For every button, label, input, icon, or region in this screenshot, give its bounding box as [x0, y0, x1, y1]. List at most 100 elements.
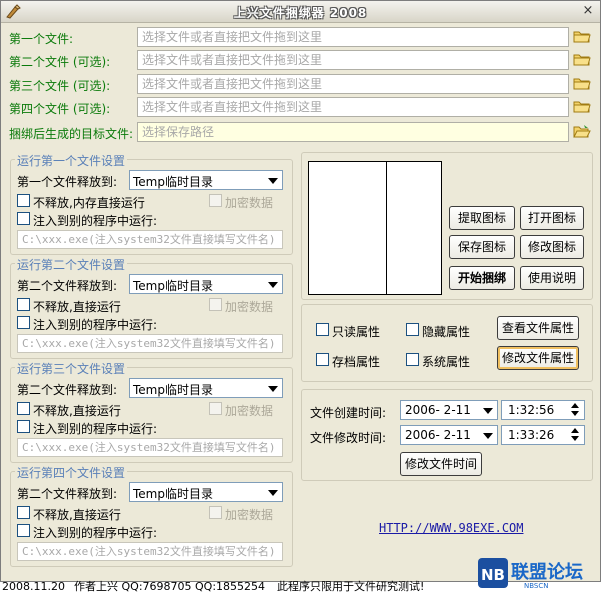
inject-target-input[interactable] [17, 334, 283, 353]
inject-target-input[interactable] [17, 438, 283, 457]
folder-icon[interactable] [573, 29, 591, 44]
status-author: 作者上兴 QQ:7698705 QQ:1855254 [74, 580, 266, 592]
file-2-label: 第二个文件 (可选): [9, 55, 111, 69]
file-1-input[interactable] [137, 27, 569, 47]
file-row-1: 第一个文件: [1, 26, 601, 48]
no-release-label: 不释放,直接运行 [33, 404, 121, 418]
created-time-label: 文件创建时间: [310, 406, 387, 420]
view-attributes-button[interactable]: 查看文件属性 [497, 316, 579, 340]
watermark-badge: NB [481, 566, 505, 584]
file-1-label: 第一个文件: [9, 32, 74, 46]
encrypt-checkbox[interactable] [209, 402, 222, 415]
no-release-checkbox[interactable] [17, 194, 30, 207]
created-date-picker[interactable]: 2006- 2-11 [400, 400, 498, 420]
inject-checkbox[interactable] [17, 212, 30, 225]
group-1-title: 运行第一个文件设置 [15, 152, 128, 169]
dropdown-arrow-icon [483, 433, 493, 439]
encrypt-checkbox[interactable] [209, 194, 222, 207]
close-icon[interactable]: × [580, 4, 596, 19]
release-dir-value: Temp临时目录 [133, 175, 213, 189]
modify-attributes-button[interactable]: 修改文件属性 [497, 346, 579, 370]
dropdown-arrow-icon [268, 490, 278, 496]
start-bind-button[interactable]: 开始捆绑 [449, 266, 515, 290]
inject-checkbox[interactable] [17, 420, 30, 433]
readonly-label: 只读属性 [332, 325, 381, 339]
icon-panel: 提取图标 打开图标 保存图标 修改图标 开始捆绑 使用说明 [301, 152, 593, 300]
file-2-input[interactable] [137, 50, 569, 70]
release-dir-select[interactable]: Temp临时目录 [129, 482, 283, 502]
encrypt-checkbox[interactable] [209, 506, 222, 519]
modified-time-spinner[interactable]: 1:33:26 [501, 425, 585, 445]
release-label: 第二个文件释放到: [17, 279, 118, 293]
file-4-label: 第四个文件 (可选): [9, 102, 111, 116]
release-dir-value: Temp临时目录 [133, 383, 213, 397]
file-row-4: 第四个文件 (可选): [1, 96, 601, 118]
group-file-3: 运行第三个文件设置 第二个文件释放到: Temp临时目录 不释放,直接运行 加密… [10, 360, 293, 463]
inject-target-input[interactable] [17, 542, 283, 561]
no-release-checkbox[interactable] [17, 298, 30, 311]
folder-open-icon[interactable] [573, 124, 591, 139]
modified-date-value: 2006- 2-11 [405, 428, 471, 442]
archive-checkbox[interactable] [316, 353, 329, 366]
group-2-title: 运行第二个文件设置 [15, 256, 128, 273]
dropdown-arrow-icon [268, 282, 278, 288]
watermark-sub: NBSCN [524, 582, 548, 590]
created-time-value: 1:32:56 [508, 403, 555, 417]
inject-target-input[interactable] [17, 230, 283, 249]
modified-date-picker[interactable]: 2006- 2-11 [400, 425, 498, 445]
dropdown-arrow-icon [483, 408, 493, 414]
release-label: 第一个文件释放到: [17, 175, 118, 189]
spin-icon[interactable] [570, 402, 582, 418]
encrypt-label: 加密数据 [225, 508, 274, 522]
archive-label: 存档属性 [332, 355, 381, 369]
release-dir-value: Temp临时目录 [133, 487, 213, 501]
status-date: 2008.11.20 [2, 580, 65, 592]
window-title: 上兴文件捆绑器 2008 [233, 6, 368, 20]
no-release-label: 不释放,直接运行 [33, 300, 121, 314]
no-release-checkbox[interactable] [17, 402, 30, 415]
release-label: 第二个文件释放到: [17, 487, 118, 501]
icon-preview [308, 161, 442, 295]
encrypt-checkbox[interactable] [209, 298, 222, 311]
group-file-4: 运行第四个文件设置 第二个文件释放到: Temp临时目录 不释放,直接运行 加密… [10, 464, 293, 567]
spin-icon[interactable] [570, 427, 582, 443]
folder-icon[interactable] [573, 76, 591, 91]
encrypt-label: 加密数据 [225, 404, 274, 418]
release-dir-select[interactable]: Temp临时目录 [129, 170, 283, 190]
readonly-checkbox[interactable] [316, 323, 329, 336]
extract-icon-button[interactable]: 提取图标 [449, 206, 515, 230]
created-time-spinner[interactable]: 1:32:56 [501, 400, 585, 420]
modified-time-label: 文件修改时间: [310, 431, 387, 445]
modify-icon-button[interactable]: 修改图标 [520, 235, 584, 259]
inject-checkbox[interactable] [17, 316, 30, 329]
file-4-input[interactable] [137, 97, 569, 117]
main-window: 上兴文件捆绑器 2008 × 第一个文件: 第二个文件 (可选): 第三个文件 … [0, 0, 601, 582]
open-icon-button[interactable]: 打开图标 [520, 206, 584, 230]
hidden-checkbox[interactable] [406, 323, 419, 336]
dropdown-arrow-icon [268, 178, 278, 184]
group-3-title: 运行第三个文件设置 [15, 360, 128, 377]
folder-icon[interactable] [573, 52, 591, 67]
target-path-input[interactable] [137, 122, 569, 142]
release-dir-select[interactable]: Temp临时目录 [129, 378, 283, 398]
inject-label: 注入到别的程序中运行: [33, 318, 158, 332]
group-4-title: 运行第四个文件设置 [15, 464, 128, 481]
attributes-panel: 只读属性 隐藏属性 查看文件属性 存档属性 系统属性 修改文件属性 [301, 304, 593, 382]
save-icon-button[interactable]: 保存图标 [449, 235, 515, 259]
modify-filetime-button[interactable]: 修改文件时间 [400, 452, 482, 476]
target-label: 捆绑后生成的目标文件: [9, 127, 134, 141]
encrypt-label: 加密数据 [225, 300, 274, 314]
folder-icon[interactable] [573, 99, 591, 114]
file-row-2: 第二个文件 (可选): [1, 49, 601, 71]
file-3-input[interactable] [137, 74, 569, 94]
system-checkbox[interactable] [406, 353, 419, 366]
no-release-checkbox[interactable] [17, 506, 30, 519]
release-dir-select[interactable]: Temp临时目录 [129, 274, 283, 294]
help-button[interactable]: 使用说明 [520, 266, 584, 290]
title-bar[interactable]: 上兴文件捆绑器 2008 × [1, 1, 600, 23]
hidden-label: 隐藏属性 [422, 325, 471, 339]
filetime-panel: 文件创建时间: 2006- 2-11 1:32:56 文件修改时间: 2006-… [301, 389, 593, 481]
status-notice: 此程序只限用于文件研究测试! [277, 580, 425, 592]
website-link[interactable]: HTTP://WWW.98EXE.COM [379, 521, 524, 535]
inject-checkbox[interactable] [17, 524, 30, 537]
